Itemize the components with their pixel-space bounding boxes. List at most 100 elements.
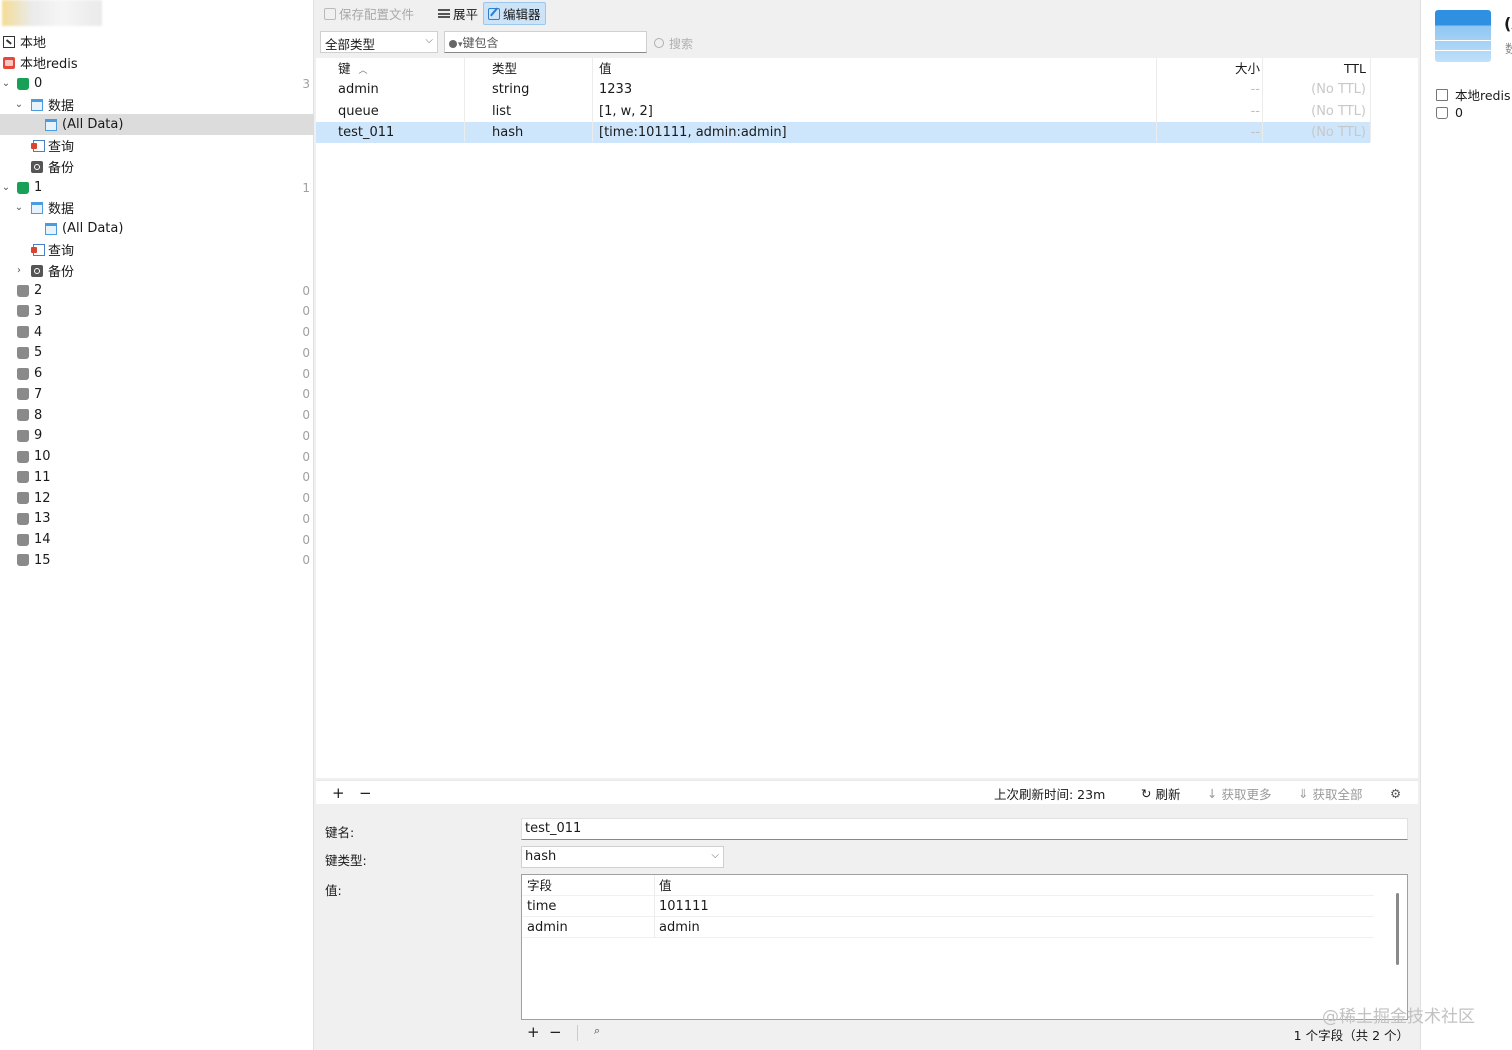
- tree-db-13[interactable]: 13 0: [0, 508, 314, 529]
- key-table-row[interactable]: admin string 1233 -- (No TTL): [316, 79, 1370, 100]
- key-table: 键 ︿ 类型 值 大小 TTL admin string 1233 -- (No TTL…: [316, 58, 1418, 778]
- db-label: 6: [34, 366, 43, 381]
- tree-db-0-all-data[interactable]: (All Data): [0, 114, 314, 135]
- database-icon: [17, 181, 29, 194]
- chevron-down-icon[interactable]: ⌄: [13, 202, 25, 213]
- tree-db-14[interactable]: 14 0: [0, 529, 314, 550]
- chevron-down-icon[interactable]: ⌄: [13, 99, 25, 110]
- tree-db-10[interactable]: 10 0: [0, 446, 314, 467]
- redis-icon: [3, 56, 15, 69]
- database-icon: [17, 450, 29, 463]
- fetch-more-label: 获取更多: [1221, 786, 1272, 802]
- key-filter-input[interactable]: ▾键包含: [444, 31, 647, 53]
- fetch-more-button[interactable]: ↓ 获取更多: [1207, 784, 1272, 802]
- save-profile-button[interactable]: 保存配置文件: [320, 2, 418, 25]
- tree-db-2[interactable]: 20: [0, 280, 314, 301]
- column-header-value[interactable]: 值: [659, 875, 672, 896]
- remove-field-button[interactable]: −: [549, 1023, 562, 1041]
- database-icon: [17, 367, 29, 380]
- key-type-select[interactable]: 全部类型 ⌵: [320, 31, 438, 53]
- tree-db-1-backup[interactable]: › 备份: [0, 260, 314, 281]
- refresh-label: 刷新: [1155, 786, 1181, 802]
- tree-db-12[interactable]: 12 0: [0, 488, 314, 509]
- column-divider: [592, 58, 593, 142]
- tree-db-11[interactable]: 11 0: [0, 467, 314, 488]
- cell-size: --: [1250, 103, 1260, 119]
- tree-item-label: (All Data): [62, 117, 124, 132]
- tree-db-0-data[interactable]: ⌄ 数据: [0, 94, 314, 115]
- chevron-down-icon[interactable]: ⌄: [0, 78, 12, 89]
- tree-db-6[interactable]: 60: [0, 363, 314, 384]
- tree-db-0[interactable]: ⌄ 0 3: [0, 73, 314, 94]
- db-label: 8: [34, 407, 43, 423]
- cell-value: [1, w, 2]: [599, 103, 653, 119]
- tree-db-4[interactable]: 40: [0, 322, 314, 343]
- tree-db-1-data[interactable]: ⌄ 数据: [0, 197, 314, 218]
- db-label: 14: [34, 532, 51, 547]
- search-icon[interactable]: ⌕: [594, 1024, 600, 1038]
- hash-field-row[interactable]: time 101111: [522, 896, 1374, 917]
- tree-db-5[interactable]: 50: [0, 342, 314, 363]
- tree-db-0-backup[interactable]: 备份: [0, 156, 314, 177]
- tree-item-label: 备份: [48, 265, 75, 280]
- filter-options-icon[interactable]: [449, 39, 457, 48]
- tree-db-0-query[interactable]: 查询: [0, 135, 314, 156]
- search-input[interactable]: 搜索: [654, 33, 693, 53]
- key-table-row[interactable]: test_011 hash [time:101111, admin:admin] --…: [316, 122, 1370, 143]
- tree-db-1[interactable]: ⌄ 1 1: [0, 177, 314, 198]
- chevron-down-icon[interactable]: ⌄: [0, 182, 12, 193]
- cell-field: time: [527, 899, 557, 914]
- tree-db-9[interactable]: 90: [0, 425, 314, 446]
- db-key-count: 0: [302, 511, 310, 526]
- db-label: 4: [34, 324, 43, 340]
- db-label: 3: [34, 303, 43, 319]
- db-key-count: 0: [302, 491, 310, 505]
- hash-fields-table: 字段 值 time 101111 admin admin: [521, 874, 1408, 1020]
- column-header-key[interactable]: 键 ︿: [338, 58, 464, 79]
- db-label: 10: [34, 449, 51, 464]
- tree-item-local[interactable]: 本地: [0, 31, 314, 52]
- refresh-button[interactable]: ↻ 刷新: [1141, 784, 1181, 802]
- db-label: 1: [34, 180, 43, 195]
- column-header-ttl[interactable]: TTL: [1264, 58, 1366, 79]
- tree-db-8[interactable]: 80: [0, 405, 314, 426]
- table-icon: [45, 118, 57, 131]
- database-icon: [1436, 106, 1448, 119]
- key-table-header: 键 ︿ 类型 值 大小 TTL: [316, 58, 1370, 79]
- last-refresh-status: 上次刷新时间: 23m: [994, 786, 1106, 802]
- column-header-value[interactable]: 值: [599, 58, 1154, 79]
- tree-item-local-redis[interactable]: 本地redis: [0, 52, 314, 73]
- panel-db: 0: [1436, 105, 1463, 120]
- tree-db-1-query[interactable]: 查询: [0, 239, 314, 260]
- tree-item-label: (All Data): [62, 221, 124, 236]
- key-name-input[interactable]: test_011: [521, 818, 1408, 840]
- tree-db-15[interactable]: 15 0: [0, 550, 314, 571]
- remove-key-button[interactable]: −: [359, 784, 372, 802]
- column-header-field[interactable]: 字段: [527, 875, 552, 896]
- vertical-scrollbar[interactable]: [1396, 893, 1399, 965]
- watermark: @稀土掘金技术社区: [1322, 1007, 1475, 1027]
- database-icon: [17, 533, 29, 546]
- fetch-all-button[interactable]: ⇓ 获取全部: [1298, 784, 1363, 802]
- tree-db-3[interactable]: 30: [0, 301, 314, 322]
- add-field-button[interactable]: +: [527, 1023, 540, 1041]
- tree-item-label: 备份: [48, 161, 75, 176]
- column-header-size[interactable]: 大小: [1158, 58, 1260, 79]
- tree-db-1-all-data[interactable]: (All Data): [0, 218, 314, 239]
- connection-tree: 本地 本地redis ⌄ 0 3 ⌄ 数据 (All Data) 查询 备份 ⌄…: [0, 0, 314, 1050]
- flat-view-button[interactable]: 展平: [434, 2, 482, 25]
- double-arrow-down-icon: ⇓: [1298, 785, 1309, 801]
- tree-item-label: 本地redis: [20, 57, 78, 72]
- key-type-dropdown[interactable]: hash ⌵: [521, 846, 724, 868]
- add-key-button[interactable]: +: [332, 784, 345, 802]
- db-label: 2: [34, 283, 43, 298]
- editor-button[interactable]: 编辑器: [483, 2, 546, 25]
- key-table-row[interactable]: queue list [1, w, 2] -- (No TTL): [316, 101, 1370, 122]
- chevron-right-icon[interactable]: ›: [13, 265, 25, 276]
- tree-db-7[interactable]: 70: [0, 384, 314, 405]
- db-key-count: 0: [302, 345, 310, 360]
- hash-field-row[interactable]: admin admin: [522, 917, 1374, 938]
- settings-icon[interactable]: ⚙: [1390, 784, 1401, 802]
- column-header-type[interactable]: 类型: [492, 58, 592, 79]
- db-key-count: 0: [302, 387, 310, 402]
